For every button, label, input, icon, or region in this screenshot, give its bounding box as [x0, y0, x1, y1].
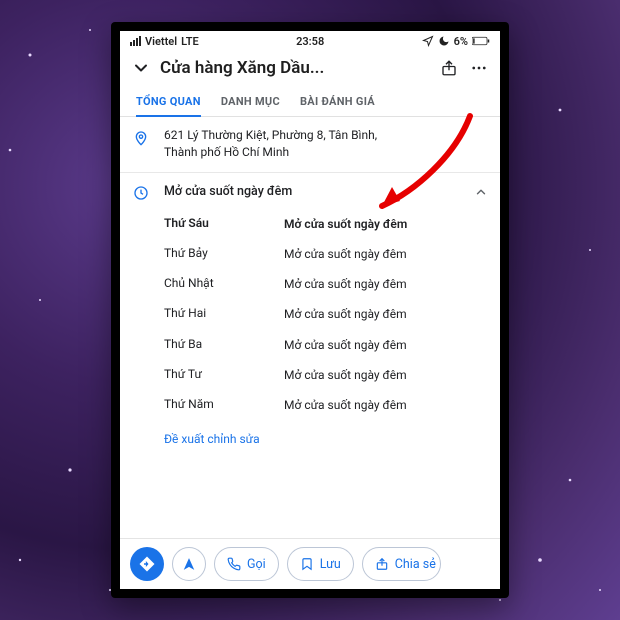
location-pin-icon: [133, 129, 149, 147]
address-text: 621 Lý Thường Kiệt, Phường 8, Tân Bình, …: [164, 127, 377, 162]
directions-icon: [138, 555, 156, 573]
share-button[interactable]: Chia sẻ: [362, 547, 441, 581]
hours-row: Thứ BảyMở cửa suốt ngày đêm: [164, 239, 488, 269]
bookmark-icon: [300, 557, 314, 571]
place-header: Cửa hàng Xăng Dầu...: [120, 51, 500, 87]
hours-summary: Mở cửa suốt ngày đêm: [164, 184, 460, 199]
phone-frame: Viettel LTE 23:58 6% Cửa hàng Xăng Dầu..…: [111, 22, 509, 598]
location-arrow-icon: [422, 35, 434, 47]
hours-value: Mở cửa suốt ngày đêm: [284, 276, 488, 292]
chevron-up-icon: [474, 185, 488, 199]
hours-day: Chủ Nhật: [164, 276, 284, 292]
call-button[interactable]: Gọi: [214, 547, 279, 581]
save-button[interactable]: Lưu: [287, 547, 354, 581]
tab-overview[interactable]: TỔNG QUAN: [126, 87, 211, 116]
hours-row: Thứ NămMở cửa suốt ngày đêm: [164, 390, 488, 420]
hours-value: Mở cửa suốt ngày đêm: [284, 246, 488, 262]
address-row[interactable]: 621 Lý Thường Kiệt, Phường 8, Tân Bình, …: [120, 117, 500, 173]
phone-icon: [227, 557, 241, 571]
action-bar: Gọi Lưu Chia sẻ: [120, 538, 500, 589]
more-button[interactable]: [468, 57, 490, 79]
place-title: Cửa hàng Xăng Dầu...: [160, 58, 430, 78]
more-icon: [470, 59, 488, 77]
signal-icon: [130, 36, 141, 46]
share-label: Chia sẻ: [395, 557, 436, 572]
navigate-icon: [182, 557, 196, 571]
directions-button[interactable]: [130, 547, 164, 581]
hours-toggle-row[interactable]: Mở cửa suốt ngày đêm: [120, 173, 500, 207]
battery-icon: [472, 36, 490, 46]
battery-label: 6%: [454, 35, 468, 48]
clock-icon: [133, 185, 149, 201]
moon-icon: [438, 35, 450, 47]
carrier-label: Viettel: [145, 35, 177, 48]
hours-value: Mở cửa suốt ngày đêm: [284, 306, 488, 322]
tabs: TỔNG QUAN DANH MỤC BÀI ĐÁNH GIÁ: [120, 87, 500, 117]
hours-value: Mở cửa suốt ngày đêm: [284, 397, 488, 413]
hours-list: Thứ SáuMở cửa suốt ngày đêmThứ BảyMở cửa…: [120, 207, 500, 426]
save-label: Lưu: [320, 557, 341, 572]
call-label: Gọi: [247, 557, 266, 572]
hours-row: Thứ TưMở cửa suốt ngày đêm: [164, 360, 488, 390]
share-icon: [440, 59, 458, 77]
hours-day: Thứ Bảy: [164, 246, 284, 262]
collapse-button[interactable]: [130, 57, 152, 79]
start-navigation-button[interactable]: [172, 547, 206, 581]
address-line1: 621 Lý Thường Kiệt, Phường 8, Tân Bình,: [164, 127, 377, 144]
chevron-down-icon: [131, 58, 151, 78]
hours-value: Mở cửa suốt ngày đêm: [284, 216, 488, 232]
hours-row: Thứ SáuMở cửa suốt ngày đêm: [164, 209, 488, 239]
hours-day: Thứ Năm: [164, 397, 284, 413]
address-line2: Thành phố Hồ Chí Minh: [164, 144, 377, 161]
tab-menu[interactable]: DANH MỤC: [211, 87, 290, 116]
hours-value: Mở cửa suốt ngày đêm: [284, 337, 488, 353]
hours-row: Chủ NhậtMở cửa suốt ngày đêm: [164, 269, 488, 299]
hours-day: Thứ Sáu: [164, 216, 284, 232]
hours-day: Thứ Tư: [164, 367, 284, 383]
share-button-header[interactable]: [438, 57, 460, 79]
clock-label: 23:58: [296, 35, 324, 48]
status-bar: Viettel LTE 23:58 6%: [120, 31, 500, 51]
phone-screen: Viettel LTE 23:58 6% Cửa hàng Xăng Dầu..…: [120, 31, 500, 589]
share-icon: [375, 557, 389, 571]
hours-row: Thứ BaMở cửa suốt ngày đêm: [164, 330, 488, 360]
hours-value: Mở cửa suốt ngày đêm: [284, 367, 488, 383]
suggest-edit-link[interactable]: Đề xuất chỉnh sửa: [120, 426, 500, 452]
hours-day: Thứ Hai: [164, 306, 284, 322]
network-label: LTE: [181, 35, 199, 48]
hours-day: Thứ Ba: [164, 337, 284, 353]
hours-row: Thứ HaiMở cửa suốt ngày đêm: [164, 299, 488, 329]
tab-reviews[interactable]: BÀI ĐÁNH GIÁ: [290, 87, 385, 116]
